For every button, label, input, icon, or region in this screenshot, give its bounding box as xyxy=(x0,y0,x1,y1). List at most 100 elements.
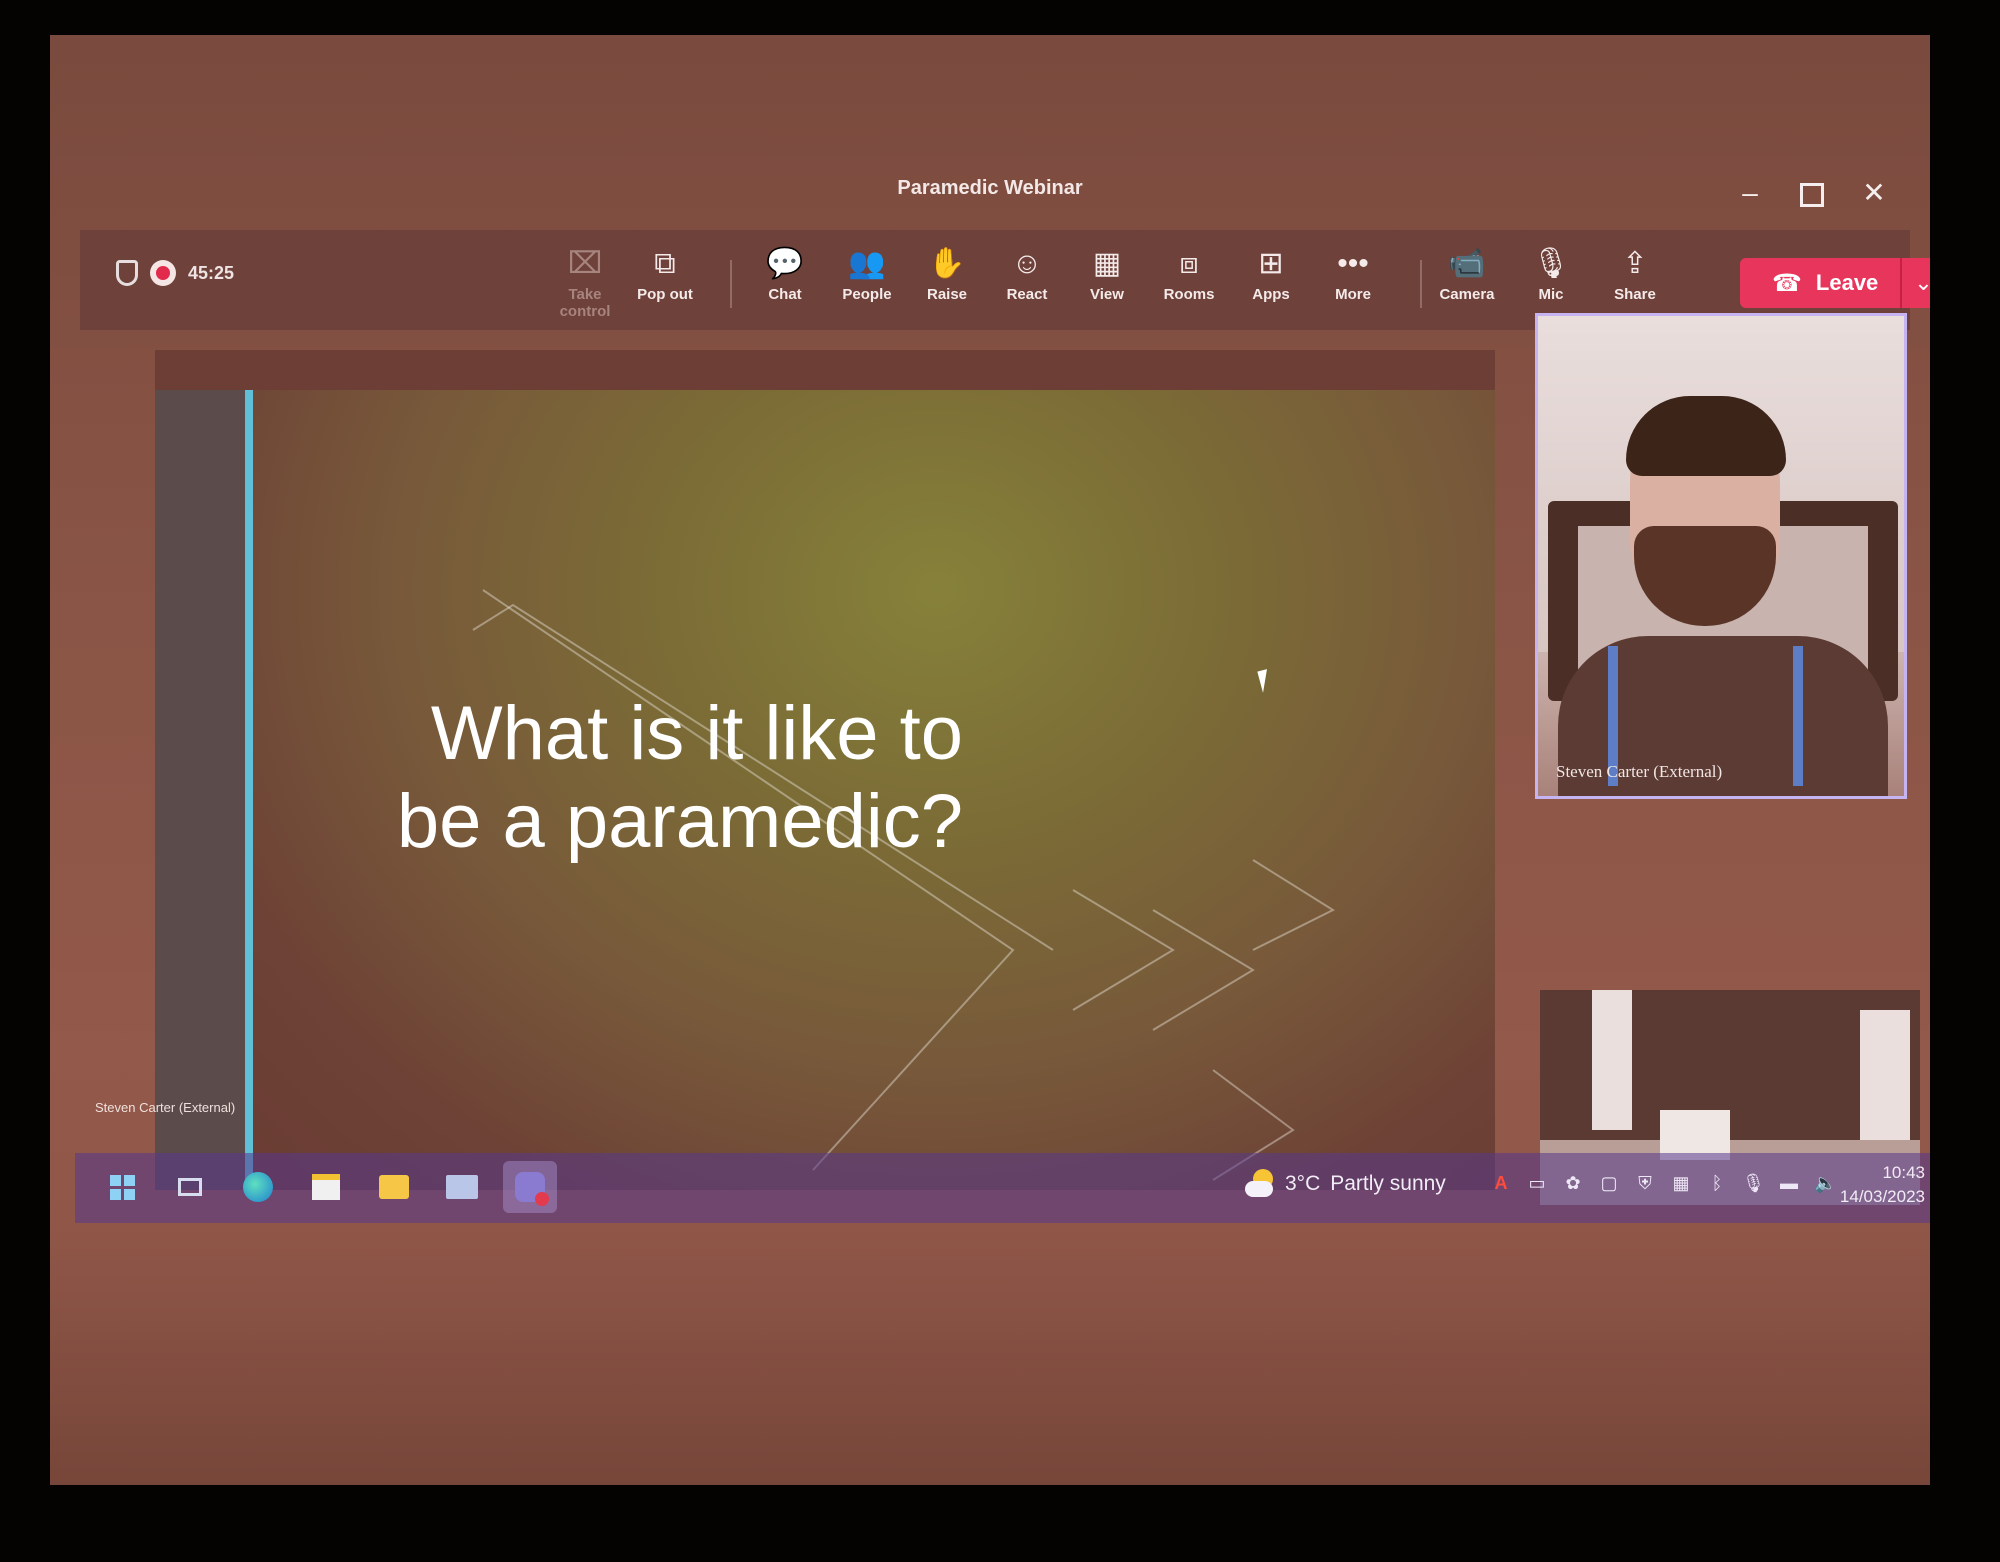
more-button[interactable]: ••• More xyxy=(1318,244,1388,320)
chat-label: Chat xyxy=(768,286,802,303)
volume-tray-icon[interactable]: 🔈 xyxy=(1814,1173,1836,1194)
partly-sunny-icon xyxy=(1245,1169,1275,1199)
lanyard xyxy=(1793,646,1803,786)
view-button[interactable]: ▦ View xyxy=(1072,244,1142,320)
apps-icon: ⊞ xyxy=(1258,247,1284,280)
view-label: View xyxy=(1090,286,1124,303)
pop-out-icon: ⧉ xyxy=(654,247,676,280)
task-view-icon xyxy=(178,1178,202,1196)
rooms-button[interactable]: ⧈ Rooms xyxy=(1154,244,1224,320)
apps-button[interactable]: ⊞ Apps xyxy=(1236,244,1306,320)
network-tray-icon[interactable]: ▬ xyxy=(1778,1173,1800,1194)
take-control-button[interactable]: ⌧ Take control xyxy=(550,244,620,320)
people-icon: 👥 xyxy=(848,247,886,280)
task-view-button[interactable] xyxy=(163,1161,217,1213)
hand-icon: ✋ xyxy=(928,247,966,280)
room-window xyxy=(1860,1010,1910,1140)
maximize-icon xyxy=(1800,182,1824,207)
clock-time: 10:43 xyxy=(1882,1163,1925,1182)
maximize-button[interactable] xyxy=(1792,175,1832,211)
file-explorer-taskbar-button[interactable] xyxy=(367,1161,421,1213)
react-button[interactable]: ☺ React xyxy=(992,244,1062,320)
participant-video-tile[interactable]: Steven Carter (External) xyxy=(1535,313,1907,799)
mic-label: Mic xyxy=(1538,286,1564,303)
app-window-icon xyxy=(446,1175,478,1199)
screen-shadow xyxy=(50,1225,1930,1485)
slide-accent-bar xyxy=(245,390,253,1190)
windows-taskbar: 3°C Partly sunny A ▭ ✿ ▢ ⛨ ▦ ᛒ 🎙 ▬ 🔈 10:… xyxy=(75,1153,1930,1223)
mic-icon: 🎙 xyxy=(1531,247,1571,280)
pop-out-button[interactable]: ⧉ Pop out xyxy=(630,244,700,320)
title-bar: Paramedic Webinar – ✕ xyxy=(50,165,1930,215)
participant-name: Steven Carter (External) xyxy=(1556,762,1723,781)
camera-icon: 📹 xyxy=(1448,247,1486,280)
windows-logo-icon xyxy=(109,1174,135,1200)
recording-icon xyxy=(150,260,176,286)
rooms-icon: ⧈ xyxy=(1179,247,1199,280)
slide-side-panel xyxy=(155,390,245,1190)
app-tray-icon[interactable]: ▦ xyxy=(1670,1173,1692,1194)
camera-label: Camera xyxy=(1439,286,1495,303)
chat-icon: 💬 xyxy=(766,247,804,280)
pop-out-label: Pop out xyxy=(637,286,693,303)
taskbar-clock[interactable]: 10:43 14/03/2023 xyxy=(1835,1161,1925,1209)
edge-icon xyxy=(243,1172,273,1202)
ellipsis-icon: ••• xyxy=(1337,247,1369,280)
window-title: Paramedic Webinar xyxy=(897,177,1083,199)
raise-hand-button[interactable]: ✋ Raise xyxy=(912,244,982,320)
meeting-timer: 45:25 xyxy=(188,262,235,283)
apps-label: Apps xyxy=(1252,286,1290,303)
folder-icon xyxy=(379,1175,409,1199)
weather-temp: 3°C xyxy=(1285,1172,1321,1195)
chevron-down-icon[interactable]: ⌄ xyxy=(1914,270,1930,296)
toolbar-divider xyxy=(1420,260,1422,308)
weather-widget[interactable]: 3°C Partly sunny xyxy=(1245,1169,1446,1199)
presentation-slide: What is it like to be a paramedic? xyxy=(253,390,1495,1190)
leave-divider xyxy=(1900,258,1903,308)
store-icon xyxy=(312,1174,340,1200)
system-tray: A ▭ ✿ ▢ ⛨ ▦ ᛒ 🎙 ▬ 🔈 xyxy=(1490,1173,1837,1194)
react-label: React xyxy=(1006,286,1048,303)
share-button[interactable]: ⇪ Share xyxy=(1600,244,1670,320)
phone-hangup-icon: ☎ xyxy=(1772,269,1802,297)
edge-taskbar-button[interactable] xyxy=(231,1161,285,1213)
microphone-tray-icon[interactable]: 🎙 xyxy=(1742,1173,1765,1194)
presenter-caption: Steven Carter (External) xyxy=(95,1100,236,1115)
close-button[interactable]: ✕ xyxy=(1854,175,1894,211)
shield-icon xyxy=(116,260,138,286)
leave-button[interactable]: ☎ Leave ⌄ xyxy=(1740,258,1930,308)
rooms-label: Rooms xyxy=(1163,286,1215,303)
projected-screen: Paramedic Webinar – ✕ 45:25 ⌧ Take contr… xyxy=(50,35,1930,1485)
toolbar-divider xyxy=(730,260,732,308)
teams-tray-icon[interactable]: ✿ xyxy=(1562,1173,1584,1194)
people-button[interactable]: 👥 People xyxy=(832,244,902,320)
camera-button[interactable]: 📹 Camera xyxy=(1432,244,1502,320)
clock-date: 14/03/2023 xyxy=(1839,1187,1925,1206)
take-control-icon: ⌧ xyxy=(567,247,603,280)
meeting-status: 45:25 xyxy=(116,260,234,286)
people-label: People xyxy=(842,286,892,303)
store-taskbar-button[interactable] xyxy=(299,1161,353,1213)
security-tray-icon[interactable]: ⛨ xyxy=(1634,1173,1656,1194)
weather-condition: Partly sunny xyxy=(1330,1172,1446,1195)
display-tray-icon[interactable]: ▭ xyxy=(1526,1173,1548,1194)
minimize-button[interactable]: – xyxy=(1730,175,1770,211)
leave-label: Leave xyxy=(1815,270,1879,295)
teams-icon xyxy=(515,1172,549,1206)
take-control-label: Take control xyxy=(559,286,611,320)
acrobat-tray-icon[interactable]: A xyxy=(1490,1173,1512,1194)
smiley-icon: ☺ xyxy=(1011,247,1043,280)
room-window xyxy=(1592,990,1632,1130)
grid-icon: ▦ xyxy=(1092,247,1122,280)
chat-button[interactable]: 💬 Chat xyxy=(750,244,820,320)
shared-content-stage: What is it like to be a paramedic? xyxy=(155,350,1495,1190)
start-button[interactable] xyxy=(95,1161,149,1213)
app-taskbar-button[interactable] xyxy=(435,1161,489,1213)
share-label: Share xyxy=(1614,286,1656,303)
window-tray-icon[interactable]: ▢ xyxy=(1598,1173,1620,1194)
mic-button[interactable]: 🎙 Mic xyxy=(1516,244,1586,320)
teams-taskbar-button[interactable] xyxy=(503,1161,557,1213)
bluetooth-tray-icon[interactable]: ᛒ xyxy=(1706,1173,1728,1194)
raise-label: Raise xyxy=(926,286,968,303)
more-label: More xyxy=(1335,286,1371,303)
